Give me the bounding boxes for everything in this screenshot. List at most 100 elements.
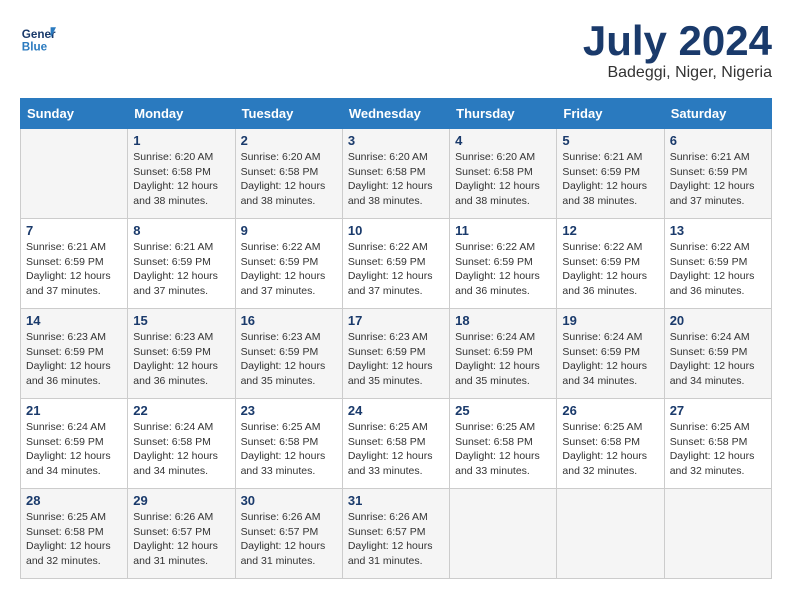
day-cell: 4 Sunrise: 6:20 AM Sunset: 6:58 PM Daylig… xyxy=(450,129,557,219)
day-cell: 10 Sunrise: 6:22 AM Sunset: 6:59 PM Dayli… xyxy=(342,219,449,309)
day-number: 31 xyxy=(348,493,444,508)
day-cell: 23 Sunrise: 6:25 AM Sunset: 6:58 PM Dayli… xyxy=(235,399,342,489)
day-number: 7 xyxy=(26,223,122,238)
day-number: 21 xyxy=(26,403,122,418)
day-info: Sunrise: 6:25 AM Sunset: 6:58 PM Dayligh… xyxy=(241,420,337,479)
day-info: Sunrise: 6:20 AM Sunset: 6:58 PM Dayligh… xyxy=(133,150,229,209)
day-number: 27 xyxy=(670,403,766,418)
day-number: 17 xyxy=(348,313,444,328)
day-info: Sunrise: 6:25 AM Sunset: 6:58 PM Dayligh… xyxy=(348,420,444,479)
day-number: 10 xyxy=(348,223,444,238)
location: Badeggi, Niger, Nigeria xyxy=(583,64,772,82)
day-number: 25 xyxy=(455,403,551,418)
day-cell: 22 Sunrise: 6:24 AM Sunset: 6:58 PM Dayli… xyxy=(128,399,235,489)
week-row-2: 7 Sunrise: 6:21 AM Sunset: 6:59 PM Daylig… xyxy=(21,219,772,309)
day-info: Sunrise: 6:26 AM Sunset: 6:57 PM Dayligh… xyxy=(241,510,337,569)
col-header-friday: Friday xyxy=(557,99,664,129)
day-info: Sunrise: 6:25 AM Sunset: 6:58 PM Dayligh… xyxy=(562,420,658,479)
day-cell: 19 Sunrise: 6:24 AM Sunset: 6:59 PM Dayli… xyxy=(557,309,664,399)
day-info: Sunrise: 6:20 AM Sunset: 6:58 PM Dayligh… xyxy=(455,150,551,209)
day-number: 12 xyxy=(562,223,658,238)
day-info: Sunrise: 6:23 AM Sunset: 6:59 PM Dayligh… xyxy=(133,330,229,389)
day-cell: 9 Sunrise: 6:22 AM Sunset: 6:59 PM Daylig… xyxy=(235,219,342,309)
day-cell: 6 Sunrise: 6:21 AM Sunset: 6:59 PM Daylig… xyxy=(664,129,771,219)
day-number: 26 xyxy=(562,403,658,418)
day-info: Sunrise: 6:21 AM Sunset: 6:59 PM Dayligh… xyxy=(26,240,122,299)
day-info: Sunrise: 6:24 AM Sunset: 6:59 PM Dayligh… xyxy=(562,330,658,389)
col-header-tuesday: Tuesday xyxy=(235,99,342,129)
day-cell: 11 Sunrise: 6:22 AM Sunset: 6:59 PM Dayli… xyxy=(450,219,557,309)
day-number: 16 xyxy=(241,313,337,328)
day-number: 24 xyxy=(348,403,444,418)
day-number: 11 xyxy=(455,223,551,238)
day-cell: 16Sunrise: 6:23 AM Sunset: 6:59 PM Dayli… xyxy=(235,309,342,399)
col-header-wednesday: Wednesday xyxy=(342,99,449,129)
day-info: Sunrise: 6:23 AM Sunset: 6:59 PM Dayligh… xyxy=(26,330,122,389)
day-cell: 12 Sunrise: 6:22 AM Sunset: 6:59 PM Dayli… xyxy=(557,219,664,309)
day-number: 15 xyxy=(133,313,229,328)
day-info: Sunrise: 6:22 AM Sunset: 6:59 PM Dayligh… xyxy=(241,240,337,299)
day-number: 2 xyxy=(241,133,337,148)
day-info: Sunrise: 6:25 AM Sunset: 6:58 PM Dayligh… xyxy=(26,510,122,569)
day-cell: 13Sunrise: 6:22 AM Sunset: 6:59 PM Dayli… xyxy=(664,219,771,309)
col-header-monday: Monday xyxy=(128,99,235,129)
day-info: Sunrise: 6:26 AM Sunset: 6:57 PM Dayligh… xyxy=(133,510,229,569)
day-cell xyxy=(664,489,771,579)
day-number: 6 xyxy=(670,133,766,148)
day-number: 9 xyxy=(241,223,337,238)
day-cell: 7 Sunrise: 6:21 AM Sunset: 6:59 PM Daylig… xyxy=(21,219,128,309)
day-cell: 31 Sunrise: 6:26 AM Sunset: 6:57 PM Dayli… xyxy=(342,489,449,579)
day-cell: 26 Sunrise: 6:25 AM Sunset: 6:58 PM Dayli… xyxy=(557,399,664,489)
col-header-thursday: Thursday xyxy=(450,99,557,129)
page-header: General Blue July 2024 Badeggi, Niger, N… xyxy=(20,20,772,82)
calendar-table: SundayMondayTuesdayWednesdayThursdayFrid… xyxy=(20,98,772,579)
day-number: 3 xyxy=(348,133,444,148)
day-info: Sunrise: 6:21 AM Sunset: 6:59 PM Dayligh… xyxy=(562,150,658,209)
day-info: Sunrise: 6:24 AM Sunset: 6:58 PM Dayligh… xyxy=(133,420,229,479)
day-cell: 3Sunrise: 6:20 AM Sunset: 6:58 PM Daylig… xyxy=(342,129,449,219)
day-number: 5 xyxy=(562,133,658,148)
day-number: 28 xyxy=(26,493,122,508)
day-info: Sunrise: 6:22 AM Sunset: 6:59 PM Dayligh… xyxy=(348,240,444,299)
day-info: Sunrise: 6:22 AM Sunset: 6:59 PM Dayligh… xyxy=(670,240,766,299)
week-row-1: 1 Sunrise: 6:20 AM Sunset: 6:58 PM Daylig… xyxy=(21,129,772,219)
day-cell: 18 Sunrise: 6:24 AM Sunset: 6:59 PM Dayli… xyxy=(450,309,557,399)
day-cell xyxy=(21,129,128,219)
week-row-4: 21 Sunrise: 6:24 AM Sunset: 6:59 PM Dayli… xyxy=(21,399,772,489)
day-cell: 14 Sunrise: 6:23 AM Sunset: 6:59 PM Dayli… xyxy=(21,309,128,399)
day-cell: 21 Sunrise: 6:24 AM Sunset: 6:59 PM Dayli… xyxy=(21,399,128,489)
day-cell: 20Sunrise: 6:24 AM Sunset: 6:59 PM Dayli… xyxy=(664,309,771,399)
day-info: Sunrise: 6:21 AM Sunset: 6:59 PM Dayligh… xyxy=(133,240,229,299)
day-number: 14 xyxy=(26,313,122,328)
day-number: 23 xyxy=(241,403,337,418)
day-cell: 30 Sunrise: 6:26 AM Sunset: 6:57 PM Dayli… xyxy=(235,489,342,579)
day-number: 22 xyxy=(133,403,229,418)
week-row-3: 14 Sunrise: 6:23 AM Sunset: 6:59 PM Dayli… xyxy=(21,309,772,399)
day-number: 4 xyxy=(455,133,551,148)
day-cell: 29 Sunrise: 6:26 AM Sunset: 6:57 PM Dayli… xyxy=(128,489,235,579)
logo-icon: General Blue xyxy=(20,20,56,56)
day-cell: 24 Sunrise: 6:25 AM Sunset: 6:58 PM Dayli… xyxy=(342,399,449,489)
day-number: 18 xyxy=(455,313,551,328)
day-cell xyxy=(557,489,664,579)
day-cell: 2 Sunrise: 6:20 AM Sunset: 6:58 PM Daylig… xyxy=(235,129,342,219)
day-info: Sunrise: 6:24 AM Sunset: 6:59 PM Dayligh… xyxy=(455,330,551,389)
day-info: Sunrise: 6:25 AM Sunset: 6:58 PM Dayligh… xyxy=(670,420,766,479)
day-info: Sunrise: 6:20 AM Sunset: 6:58 PM Dayligh… xyxy=(241,150,337,209)
day-cell: 17Sunrise: 6:23 AM Sunset: 6:59 PM Dayli… xyxy=(342,309,449,399)
day-info: Sunrise: 6:22 AM Sunset: 6:59 PM Dayligh… xyxy=(455,240,551,299)
day-info: Sunrise: 6:22 AM Sunset: 6:59 PM Dayligh… xyxy=(562,240,658,299)
day-cell: 5 Sunrise: 6:21 AM Sunset: 6:59 PM Daylig… xyxy=(557,129,664,219)
day-info: Sunrise: 6:24 AM Sunset: 6:59 PM Dayligh… xyxy=(670,330,766,389)
col-header-sunday: Sunday xyxy=(21,99,128,129)
day-number: 8 xyxy=(133,223,229,238)
day-info: Sunrise: 6:21 AM Sunset: 6:59 PM Dayligh… xyxy=(670,150,766,209)
day-number: 29 xyxy=(133,493,229,508)
day-info: Sunrise: 6:24 AM Sunset: 6:59 PM Dayligh… xyxy=(26,420,122,479)
day-number: 19 xyxy=(562,313,658,328)
day-number: 1 xyxy=(133,133,229,148)
day-number: 30 xyxy=(241,493,337,508)
day-info: Sunrise: 6:26 AM Sunset: 6:57 PM Dayligh… xyxy=(348,510,444,569)
day-cell: 15 Sunrise: 6:23 AM Sunset: 6:59 PM Dayli… xyxy=(128,309,235,399)
svg-text:Blue: Blue xyxy=(22,41,48,54)
